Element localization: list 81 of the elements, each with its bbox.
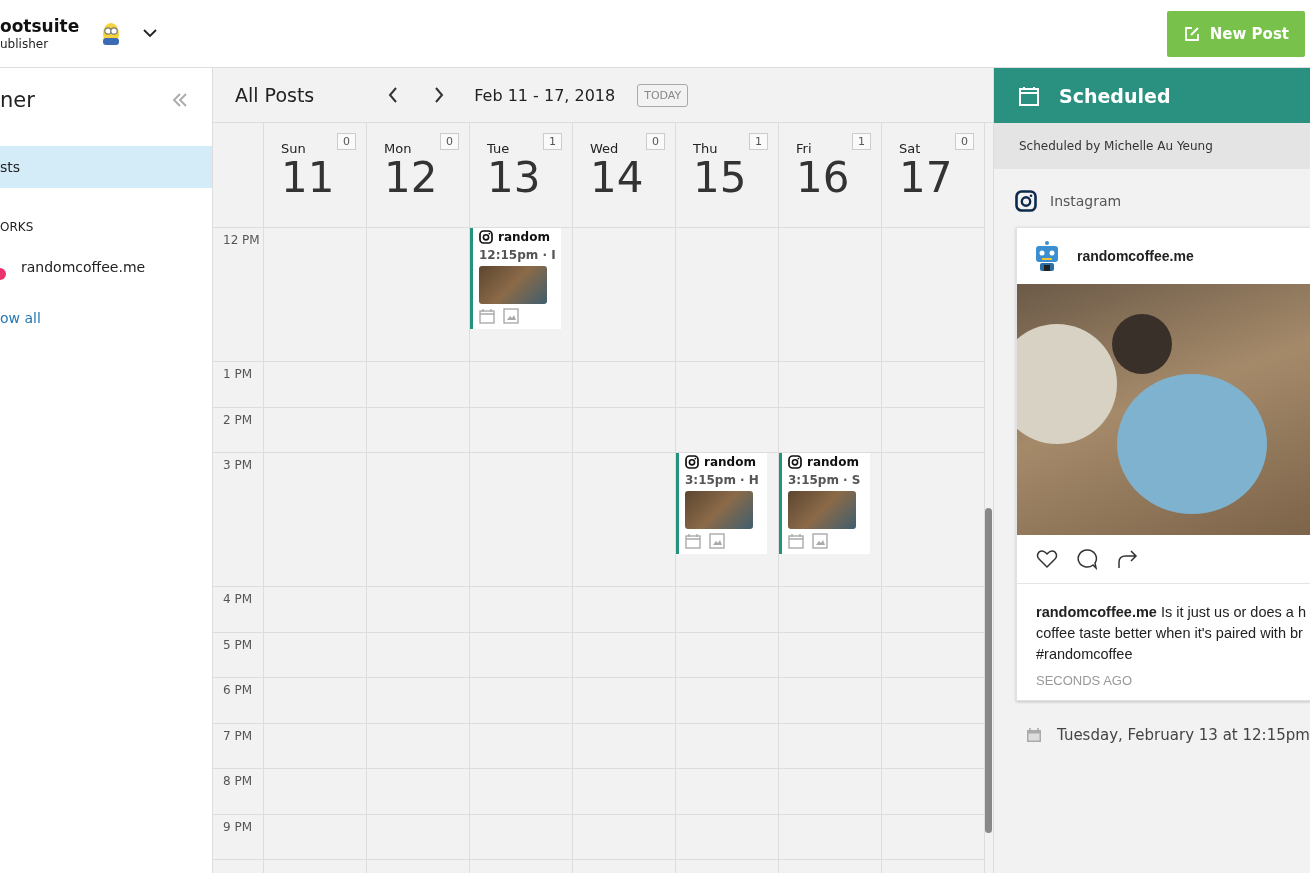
post-count: 0 [646,133,665,150]
post-card[interactable]: random 12:15pm · I [470,228,561,329]
date-range: Feb 11 - 17, 2018 [474,85,616,105]
instagram-icon [685,455,699,469]
post-count: 1 [543,133,562,150]
photo-placeholder [788,491,856,529]
calendar-cell[interactable]: random 3:15pm · S [779,453,882,587]
calendar-icon [788,533,804,549]
caption-line: #randomcoffee [1036,645,1134,664]
post-count: 1 [852,133,871,150]
time-label: 5 PM [213,632,264,678]
time-label: 12 PM [213,228,264,362]
calendar-cell[interactable]: random 3:15pm · H [676,453,779,587]
share-icon[interactable] [1116,548,1138,570]
robot-avatar-icon [1033,240,1061,272]
post-account: random [704,455,756,469]
app-name: ootsuite [0,16,80,37]
post-time: 3:15pm · H [685,473,760,487]
day-number: 17 [899,156,954,201]
caption-line: coffee taste better when it's paired with br [1036,624,1304,643]
app-subtitle: ublisher [0,36,50,51]
instagram-icon [788,455,802,469]
time-label: 4 PM [213,587,264,633]
scheduled-by-text: Scheduled by Michelle Au Yeung [1019,139,1213,153]
photo-placeholder [479,266,547,304]
caption-line: randomcoffee.me Is it just us or does a h [1036,603,1307,622]
chevron-down-icon[interactable] [143,29,158,38]
calendar-icon [1019,85,1039,106]
post-card[interactable]: random 3:15pm · H [676,453,767,554]
show-all-link[interactable]: ow all [0,310,41,326]
time-label: 1 PM [213,362,264,408]
image-icon [812,533,828,549]
edit-icon [1182,24,1201,43]
calendar-title: All Posts [235,84,315,106]
post-time: 12:15pm · I [479,248,557,262]
instagram-icon [1015,190,1037,212]
scrollbar-thumb[interactable] [985,508,992,833]
time-label: 9 PM [213,814,264,860]
day-number: 14 [590,156,645,201]
instagram-icon [479,230,493,244]
day-number: 11 [281,156,336,201]
account-name: randomcoffee.me [1077,248,1194,264]
collapse-icon[interactable] [172,93,188,107]
day-number: 13 [487,156,542,201]
post-account: random [807,455,859,469]
scheduled-time: Tuesday, February 13 at 12:15pm [1057,726,1310,744]
time-label: 3 PM [213,453,264,587]
post-count: 0 [440,133,459,150]
calendar-icon [479,308,495,324]
calendar-icon [685,533,701,549]
post-count: 0 [955,133,974,150]
image-icon [503,308,519,324]
sidebar-title: ner [0,88,35,112]
day-number: 12 [384,156,439,201]
day-number: 15 [693,156,748,201]
networks-heading: ORKS [0,220,35,234]
time-label: 6 PM [213,678,264,724]
post-card[interactable]: random 3:15pm · S [779,453,870,554]
day-number: 16 [796,156,851,201]
post-timestamp: SECONDS AGO [1035,672,1134,688]
network-name[interactable]: randomcoffee.me [21,259,146,275]
calendar-cell[interactable] [573,407,676,453]
time-label: 7 PM [213,723,264,769]
time-label: 8 PM [213,769,264,815]
post-count: 1 [749,133,768,150]
heart-icon[interactable] [1036,549,1058,569]
calendar-cell[interactable]: random 12:15pm · I [470,228,573,362]
image-icon [709,533,725,549]
comment-icon[interactable] [1076,548,1098,570]
post-time: 3:15pm · S [788,473,862,487]
photo-placeholder [685,491,753,529]
sidebar-item[interactable]: sts [0,146,212,188]
time-label: 2 PM [213,407,264,453]
panel-title: Scheduled [1059,84,1171,107]
post-count: 0 [337,133,356,150]
calendar-cell[interactable] [882,814,985,860]
post-account: random [498,230,550,244]
calendar-icon [1026,727,1042,743]
network-name: Instagram [1050,193,1122,209]
next-icon[interactable] [434,87,445,103]
previous-icon[interactable] [388,87,399,103]
